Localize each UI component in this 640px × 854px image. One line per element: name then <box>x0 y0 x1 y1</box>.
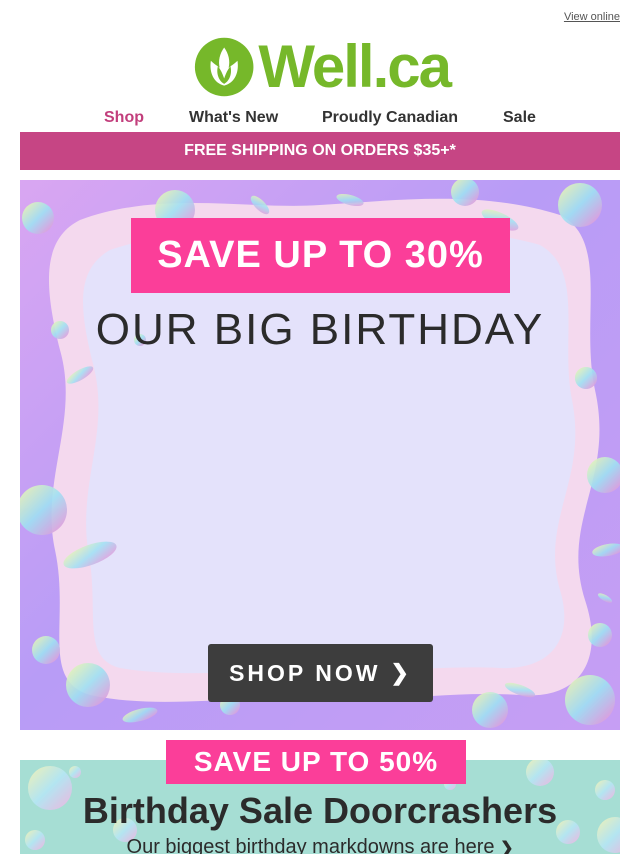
doorcrashers-subtitle-link[interactable]: Our biggest birthday markdowns are here … <box>20 836 620 854</box>
view-online-link[interactable]: View online <box>564 11 620 23</box>
shop-now-label: SHOP NOW <box>229 659 381 686</box>
chevron-right-icon: ❯ <box>390 660 412 685</box>
save-30-badge: SAVE UP TO 30% <box>131 218 510 293</box>
logo-wordmark: Well.ca <box>258 33 452 100</box>
nav-item-sale[interactable]: Sale <box>503 107 536 129</box>
hero-title: OUR BIG BIRTHDAY <box>95 305 545 354</box>
nav-item-whats-new[interactable]: What's New <box>189 107 278 129</box>
tulip-logo-icon <box>194 37 254 97</box>
nav-item-proudly-canadian[interactable]: Proudly Canadian <box>322 107 458 129</box>
free-shipping-banner[interactable]: FREE SHIPPING ON ORDERS $35+* <box>20 132 620 170</box>
nav-item-shop[interactable]: Shop <box>104 107 144 129</box>
birthday-hero-banner[interactable]: SAVE UP TO 30% OUR BIG BIRTHDAY SHOP NOW… <box>20 180 620 730</box>
chevron-right-icon: ❯ <box>500 840 514 854</box>
well-ca-logo[interactable]: Well.ca <box>194 33 452 101</box>
doorcrashers-title: Birthday Sale Doorcrashers <box>82 790 558 831</box>
main-nav: Shop What's New Proudly Canadian Sale <box>0 107 640 129</box>
save-50-badge: SAVE UP TO 50% <box>166 740 466 784</box>
shop-now-button[interactable]: SHOP NOW ❯ <box>208 644 433 702</box>
doorcrashers-subtitle: Our biggest birthday markdowns are here <box>126 836 495 854</box>
